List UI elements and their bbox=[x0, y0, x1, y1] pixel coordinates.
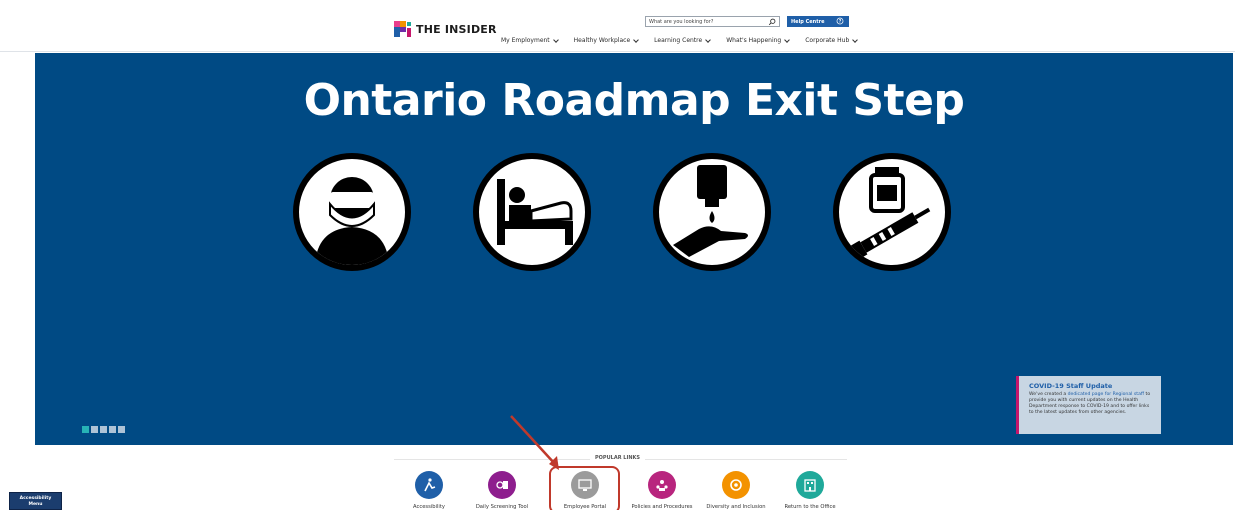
diversity-icon bbox=[722, 471, 750, 499]
carousel-dot-2[interactable] bbox=[91, 426, 98, 433]
popular-link-return-office[interactable]: Return to the Office bbox=[770, 471, 850, 510]
nav-label: Corporate Hub bbox=[805, 37, 850, 44]
link-label: Diversity and Inclusion bbox=[706, 504, 766, 510]
help-centre-label: Help Centre bbox=[791, 18, 825, 25]
help-centre-button[interactable]: Help Centre ? bbox=[787, 16, 849, 27]
office-icon bbox=[796, 471, 824, 499]
link-label: Return to the Office bbox=[784, 504, 836, 510]
screening-icon bbox=[488, 471, 516, 499]
covid-dedicated-page-link[interactable]: dedicated page for Regional staff bbox=[1068, 392, 1144, 397]
search-box bbox=[645, 16, 780, 27]
carousel-dot-5[interactable] bbox=[118, 426, 125, 433]
logo-text: THE INSIDER bbox=[416, 22, 497, 36]
chevron-down-icon bbox=[784, 36, 791, 43]
popular-link-policies[interactable]: Policies and Procedures bbox=[622, 471, 702, 510]
link-label: Accessibility bbox=[413, 504, 445, 510]
popular-link-accessibility[interactable]: Accessibility bbox=[389, 471, 469, 510]
main-nav: My Employment Healthy Workplace Learning… bbox=[501, 36, 873, 44]
nav-label: My Employment bbox=[501, 37, 550, 44]
policies-icon bbox=[648, 471, 676, 499]
covid-card-body: We've created a dedicated page for Regio… bbox=[1029, 392, 1155, 416]
banner-icons bbox=[293, 153, 953, 279]
link-label: Policies and Procedures bbox=[631, 504, 693, 510]
popular-link-diversity[interactable]: Diversity and Inclusion bbox=[696, 471, 776, 510]
nav-my-employment[interactable]: My Employment bbox=[501, 36, 559, 44]
carousel-dots bbox=[82, 426, 127, 433]
carousel-dot-4[interactable] bbox=[109, 426, 116, 433]
popular-links-heading: POPULAR LINKS bbox=[0, 455, 1235, 461]
face-mask-icon bbox=[293, 153, 411, 271]
popular-link-daily-screening[interactable]: Daily Screening Tool bbox=[462, 471, 542, 510]
link-label: Daily Screening Tool bbox=[475, 504, 529, 510]
hand-sanitizer-icon bbox=[653, 153, 771, 271]
acc-label-2: Menu bbox=[28, 501, 43, 507]
nav-label: Healthy Workplace bbox=[573, 37, 631, 44]
site-logo[interactable]: THE INSIDER bbox=[394, 21, 497, 37]
search-icon[interactable] bbox=[768, 18, 776, 26]
hospital-bed-icon bbox=[473, 153, 591, 271]
carousel-dot-1[interactable] bbox=[82, 426, 89, 433]
chevron-down-icon bbox=[852, 36, 859, 43]
covid-card-title: COVID-19 Staff Update bbox=[1029, 382, 1113, 390]
covid-update-card: COVID-19 Staff Update We've created a de… bbox=[1016, 376, 1161, 434]
carousel-dot-3[interactable] bbox=[100, 426, 107, 433]
nav-learning-centre[interactable]: Learning Centre bbox=[654, 36, 712, 44]
nav-corporate-hub[interactable]: Corporate Hub bbox=[805, 36, 859, 44]
page: THE INSIDER Help Centre ? My Employment … bbox=[0, 0, 1235, 510]
vaccine-icon bbox=[833, 153, 951, 271]
help-icon: ? bbox=[836, 17, 844, 25]
logo-mark-icon bbox=[394, 21, 411, 37]
popular-links-heading-text: POPULAR LINKS bbox=[590, 455, 645, 461]
nav-label: What's Happening bbox=[726, 37, 782, 44]
accessibility-menu-button[interactable]: Accessibility Menu bbox=[9, 492, 62, 510]
nav-whats-happening[interactable]: What's Happening bbox=[726, 36, 791, 44]
covid-body-prefix: We've created a bbox=[1029, 392, 1068, 397]
nav-healthy-workplace[interactable]: Healthy Workplace bbox=[573, 36, 640, 44]
banner-title: Ontario Roadmap Exit Step bbox=[303, 75, 965, 126]
site-header: THE INSIDER Help Centre ? My Employment … bbox=[0, 0, 1235, 52]
chevron-down-icon bbox=[705, 36, 712, 43]
annotation-arrow-icon bbox=[510, 415, 559, 470]
search-input[interactable] bbox=[646, 18, 761, 25]
nav-label: Learning Centre bbox=[654, 37, 703, 44]
annotation-highlight bbox=[549, 466, 620, 510]
accessibility-icon bbox=[415, 471, 443, 499]
svg-text:?: ? bbox=[839, 19, 842, 25]
chevron-down-icon bbox=[633, 36, 640, 43]
chevron-down-icon bbox=[552, 36, 559, 43]
